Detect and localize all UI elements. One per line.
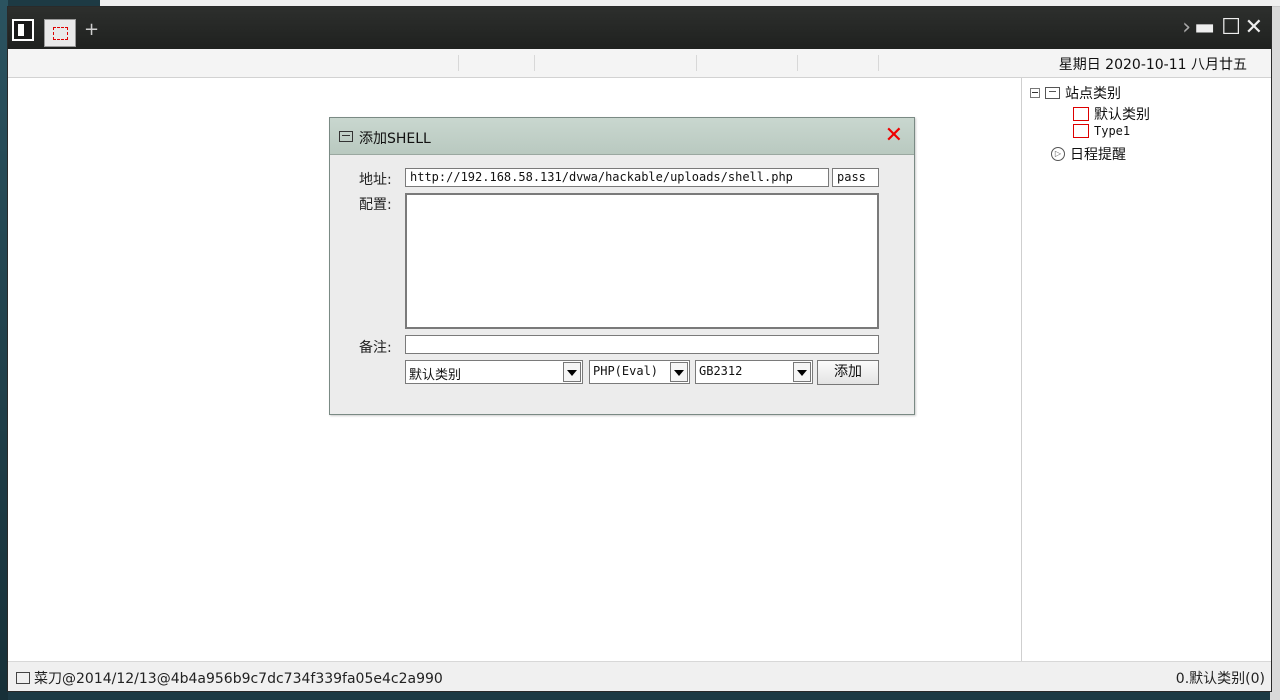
category-icon [1073, 124, 1089, 138]
category-select[interactable]: 默认类别 [405, 360, 583, 384]
status-category-count: 0.默认类别(0) [1175, 671, 1265, 687]
dropdown-arrow-icon[interactable] [670, 362, 688, 382]
document-icon [16, 672, 30, 684]
dropdown-arrow-icon[interactable] [793, 362, 811, 382]
status-bar: 菜刀@2014/12/13@4b4a956b9c7dc734f339fa05e4… [8, 661, 1271, 691]
note-label: 备注: [359, 340, 392, 356]
folder-icon [1045, 87, 1060, 99]
config-textarea[interactable] [405, 193, 879, 329]
collapse-icon[interactable] [1030, 88, 1040, 98]
play-icon: ▷ [1051, 147, 1065, 161]
tree-item-default-category[interactable]: 默认类别 [1073, 104, 1150, 124]
maximize-icon[interactable]: ☐ [1221, 17, 1241, 39]
tree-item-site-category[interactable]: 站点类别 [1030, 83, 1121, 103]
category-icon [1073, 107, 1089, 121]
status-left: 菜刀@2014/12/13@4b4a956b9c7dc734f339fa05e4… [16, 668, 443, 688]
main-tab-icon[interactable] [12, 19, 34, 41]
shell-type-select-value: PHP(Eval) [593, 364, 659, 378]
encoding-select-value: GB2312 [699, 364, 743, 378]
toolbar: 星期日 2020-10-11 八月廿五 [8, 49, 1271, 78]
toolbar-divider [878, 55, 879, 71]
active-tab[interactable] [44, 19, 76, 47]
toolbar-divider [696, 55, 697, 71]
tree-item-label: 默认类别 [1094, 107, 1150, 123]
toolbar-divider [534, 55, 535, 71]
url-label: 地址: [359, 172, 392, 188]
dialog-title: 添加SHELL [359, 131, 431, 147]
password-input[interactable]: pass [832, 168, 879, 187]
add-shell-dialog: 添加SHELL ✕ 地址: http://192.168.58.131/dvwa… [329, 117, 915, 415]
new-tab-icon[interactable]: + [84, 21, 99, 39]
status-signature: 菜刀@2014/12/13@4b4a956b9c7dc734f339fa05e4… [34, 671, 443, 687]
toolbar-divider [797, 55, 798, 71]
window-icon [339, 131, 353, 142]
minimize-icon[interactable]: ▬ [1194, 17, 1215, 39]
url-input[interactable]: http://192.168.58.131/dvwa/hackable/uplo… [405, 168, 829, 187]
encoding-select[interactable]: GB2312 [695, 360, 813, 384]
add-button[interactable]: 添加 [817, 360, 879, 385]
date-display: 星期日 2020-10-11 八月廿五 [1058, 57, 1247, 73]
site-category-panel: 站点类别 默认类别 Type1 ▷ 日程提醒 [1021, 78, 1271, 662]
dropdown-arrow-icon[interactable] [563, 362, 581, 382]
close-icon[interactable]: ✕ [885, 123, 903, 149]
close-window-icon[interactable]: ✕ [1245, 17, 1263, 39]
tree-item-label: Type1 [1094, 124, 1131, 138]
tree-item-label: 日程提醒 [1070, 147, 1126, 163]
tree-item-label: 站点类别 [1065, 86, 1121, 102]
config-label: 配置: [359, 197, 392, 213]
tree-item-type1[interactable]: Type1 [1073, 124, 1130, 138]
tree-item-schedule[interactable]: ▷ 日程提醒 [1051, 144, 1126, 164]
toolbar-divider [458, 55, 459, 71]
note-input[interactable] [405, 335, 879, 354]
title-bar: + › ▬ ☐ ✕ [8, 7, 1271, 49]
shell-type-select[interactable]: PHP(Eval) [589, 360, 690, 384]
dialog-title-bar[interactable]: 添加SHELL ✕ [330, 118, 914, 155]
chevron-right-icon[interactable]: › [1182, 17, 1191, 39]
category-select-value: 默认类别 [409, 368, 462, 383]
tab-icon [53, 27, 68, 40]
